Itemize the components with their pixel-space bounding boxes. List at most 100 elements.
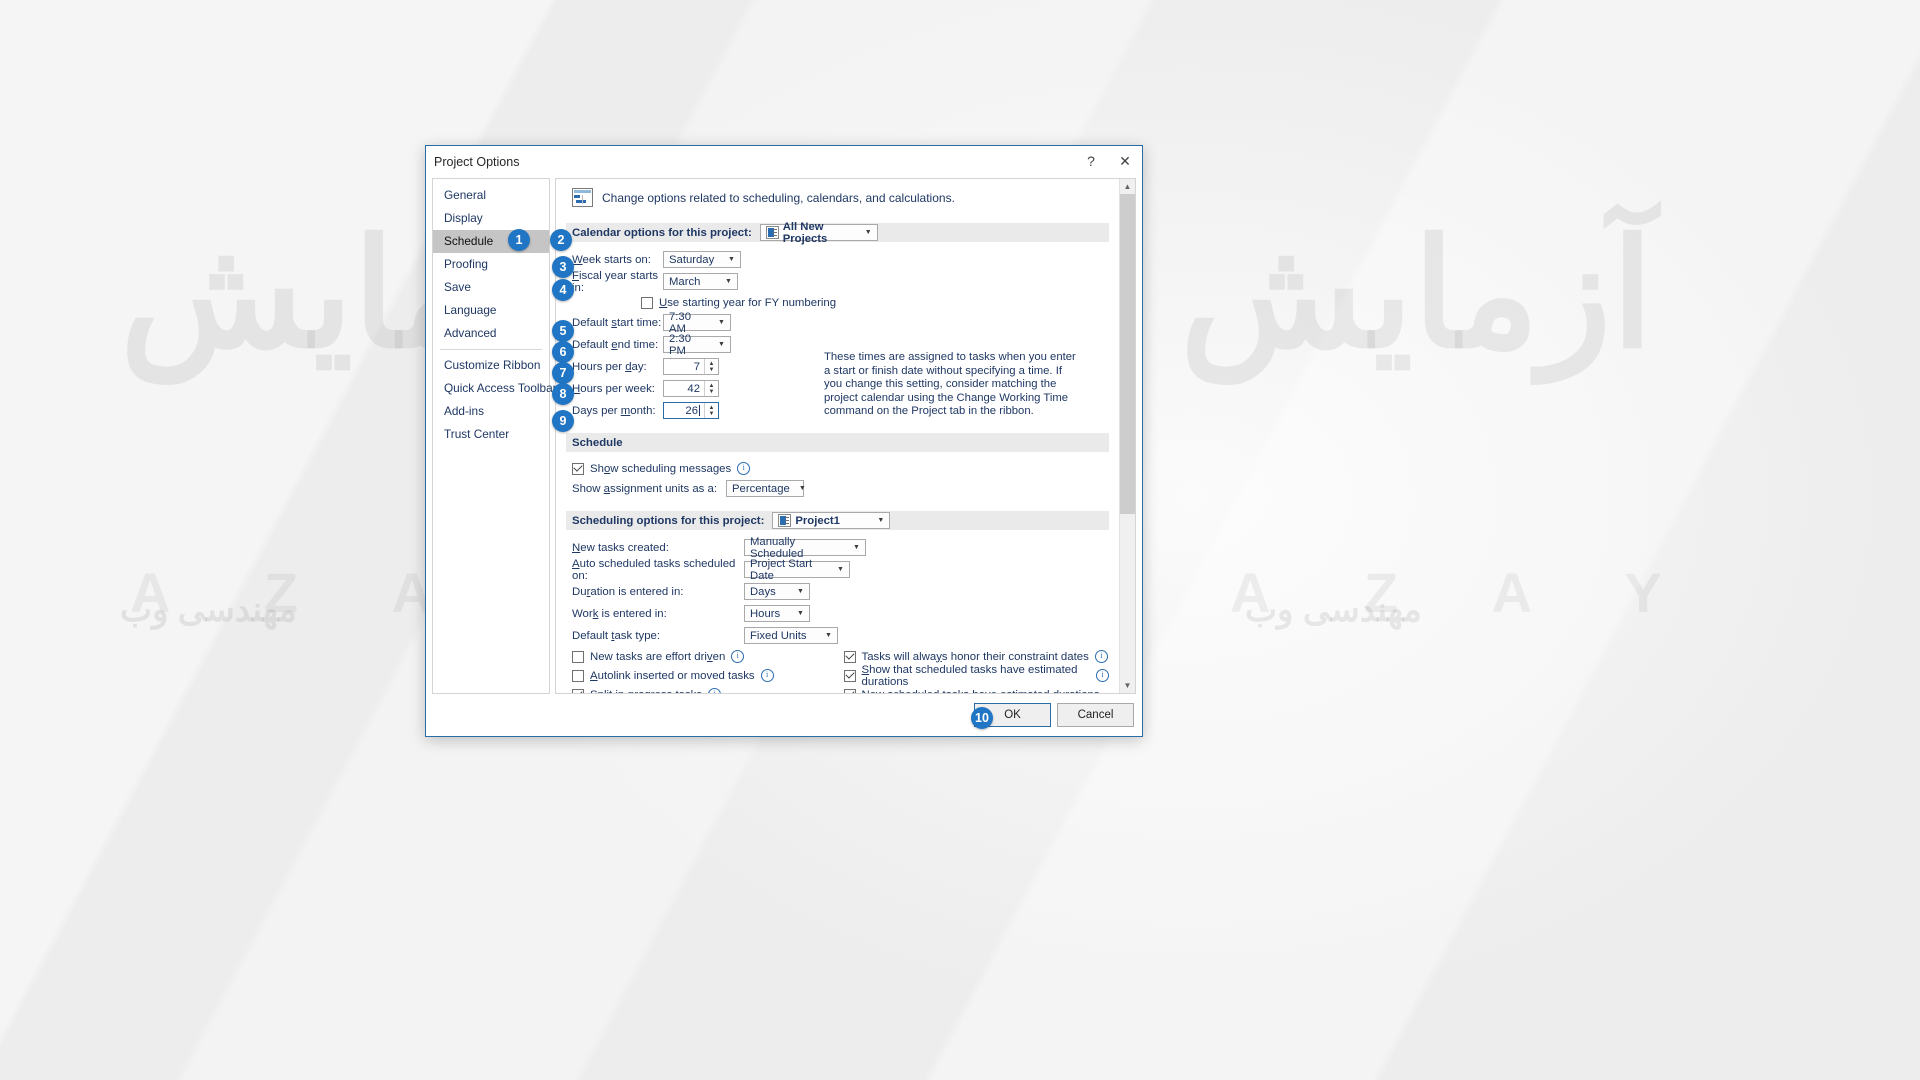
options-sidebar: General Display Schedule Proofing Save L… bbox=[432, 178, 557, 694]
info-icon[interactable]: i bbox=[731, 650, 745, 663]
callout-badge-1: 1 bbox=[508, 229, 530, 251]
stepper-arrows-icon[interactable]: ▲ ▼ bbox=[704, 381, 718, 396]
scheduling-options-band: Scheduling options for this project: Pro… bbox=[566, 511, 1109, 530]
sidebar-divider bbox=[440, 349, 542, 350]
callout-badge-9: 9 bbox=[552, 410, 574, 432]
week-starts-select[interactable]: Saturday ▼ bbox=[663, 251, 741, 268]
autolink-row[interactable]: Autolink inserted or moved tasks i bbox=[566, 666, 838, 685]
scheduling-checkbox-column-left: New tasks are effort driven i Autolink i… bbox=[566, 647, 838, 693]
chevron-down-icon: ▼ bbox=[718, 341, 725, 348]
fiscal-year-select[interactable]: March ▼ bbox=[663, 273, 738, 290]
dialog-title-bar: Project Options ? ✕ bbox=[426, 146, 1142, 178]
effort-driven-row[interactable]: New tasks are effort driven i bbox=[566, 647, 838, 666]
default-end-time-select[interactable]: 2:30 PM ▼ bbox=[663, 333, 731, 357]
default-start-time-select[interactable]: 7:30 AM ▼ bbox=[663, 311, 731, 335]
info-icon[interactable]: i bbox=[1094, 650, 1108, 663]
honor-constraint-dates-checkbox[interactable] bbox=[843, 650, 856, 663]
show-scheduling-messages-checkbox[interactable] bbox=[572, 462, 584, 475]
autolink-label: Autolink inserted or moved tasks bbox=[590, 669, 755, 682]
week-starts-value: Saturday bbox=[669, 253, 715, 266]
sidebar-item-trust-center[interactable]: Trust Center bbox=[433, 423, 549, 446]
info-icon[interactable]: i bbox=[708, 688, 722, 693]
auto-scheduled-value: Project Start Date bbox=[750, 557, 813, 582]
sidebar-item-display[interactable]: Display bbox=[433, 207, 549, 230]
stepper-arrows-icon[interactable]: ▲ ▼ bbox=[704, 359, 718, 374]
week-starts-label: Week starts on: bbox=[572, 253, 651, 266]
sidebar-item-general[interactable]: General bbox=[433, 184, 549, 207]
help-icon[interactable]: ? bbox=[1074, 146, 1108, 176]
autolink-checkbox[interactable] bbox=[572, 669, 584, 682]
callout-badge-4: 4 bbox=[552, 279, 574, 301]
fy-numbering-checkbox[interactable] bbox=[641, 296, 653, 309]
days-per-month-value-wrap: 26 bbox=[664, 404, 704, 417]
scheduling-project-select[interactable]: Project1 ▼ bbox=[772, 512, 891, 529]
hours-per-day-stepper[interactable]: 7 ▲ ▼ bbox=[663, 358, 719, 375]
sidebar-item-proofing[interactable]: Proofing bbox=[433, 253, 549, 276]
project-file-icon bbox=[778, 514, 792, 527]
assignment-units-select[interactable]: Percentage ▼ bbox=[726, 480, 806, 497]
scrollbar-thumb[interactable] bbox=[1120, 194, 1135, 514]
show-scheduling-messages-label: Show scheduling messages bbox=[590, 462, 732, 475]
split-in-progress-row[interactable]: Split in-progress tasks i bbox=[566, 685, 838, 693]
info-icon[interactable]: i bbox=[760, 669, 774, 682]
callout-badge-8: 8 bbox=[552, 383, 574, 405]
show-scheduling-messages-row[interactable]: Show scheduling messages i bbox=[566, 459, 1109, 478]
fiscal-year-value: March bbox=[669, 275, 701, 288]
stepper-arrows-icon[interactable]: ▲ ▼ bbox=[704, 403, 718, 418]
chevron-down-icon: ▼ bbox=[864, 229, 872, 236]
text-cursor bbox=[699, 404, 700, 416]
info-icon[interactable]: i bbox=[737, 462, 751, 475]
project-options-dialog: Project Options ? ✕ General Display Sche… bbox=[425, 145, 1143, 737]
new-tasks-created-label: New tasks created: bbox=[572, 541, 669, 554]
auto-scheduled-select[interactable]: Project Start Date ▼ bbox=[744, 558, 850, 582]
content-scrollbar[interactable]: ▲ ▼ bbox=[1119, 179, 1135, 693]
sidebar-item-add-ins[interactable]: Add-ins bbox=[433, 400, 549, 423]
hours-per-week-label: Hours per week: bbox=[572, 382, 655, 395]
scroll-up-icon[interactable]: ▲ bbox=[1120, 179, 1135, 194]
fy-numbering-row[interactable]: Use starting year for FY numbering bbox=[566, 293, 1109, 312]
default-end-time-label: Default end time: bbox=[572, 338, 659, 351]
cancel-button[interactable]: Cancel bbox=[1057, 703, 1134, 727]
dialog-body: General Display Schedule Proofing Save L… bbox=[426, 178, 1142, 694]
close-icon[interactable]: ✕ bbox=[1108, 146, 1142, 176]
calendar-options-band: Calendar options for this project: All N… bbox=[566, 221, 1109, 245]
honor-constraint-dates-label: Tasks will always honor their constraint… bbox=[861, 650, 1089, 663]
new-tasks-created-select[interactable]: Manually Scheduled ▼ bbox=[744, 536, 866, 560]
sidebar-item-customize-ribbon[interactable]: Customize Ribbon bbox=[433, 354, 549, 377]
options-content-pane: Change options related to scheduling, ca… bbox=[555, 178, 1136, 694]
sidebar-item-save[interactable]: Save bbox=[433, 276, 549, 299]
duration-entered-select[interactable]: Days ▼ bbox=[744, 583, 810, 600]
chevron-down-icon: ▼ bbox=[798, 485, 806, 492]
show-estimated-durations-row[interactable]: Show that scheduled tasks have estimated… bbox=[838, 664, 1109, 688]
scrollbar-track[interactable] bbox=[1120, 194, 1135, 678]
auto-scheduled-label: Auto scheduled tasks scheduled on: bbox=[572, 557, 736, 582]
chevron-down-icon: ▼ bbox=[877, 517, 885, 524]
scroll-down-icon[interactable]: ▼ bbox=[1120, 678, 1135, 693]
chevron-down-icon: ▼ bbox=[797, 588, 804, 595]
sidebar-item-language[interactable]: Language bbox=[433, 299, 549, 322]
new-tasks-estimated-durations-label: New scheduled tasks have estimated durat… bbox=[862, 689, 1100, 694]
scheduling-checkbox-column-right: Tasks will always honor their constraint… bbox=[838, 647, 1109, 694]
close-glyph: ✕ bbox=[1119, 152, 1131, 169]
pane-description-row: Change options related to scheduling, ca… bbox=[566, 188, 1109, 207]
info-icon[interactable]: i bbox=[1096, 669, 1109, 682]
days-per-month-stepper[interactable]: 26 ▲ ▼ bbox=[663, 402, 719, 419]
default-task-type-select[interactable]: Fixed Units ▼ bbox=[744, 627, 838, 644]
duration-entered-value: Days bbox=[750, 585, 776, 598]
chevron-down-icon: ▼ bbox=[728, 256, 735, 263]
calendar-project-select[interactable]: All New Projects ▼ bbox=[759, 221, 878, 245]
effort-driven-checkbox[interactable] bbox=[572, 650, 584, 663]
default-task-type-row: Default task type: Fixed Units ▼ bbox=[566, 625, 1109, 646]
new-tasks-estimated-durations-checkbox[interactable] bbox=[843, 688, 856, 693]
sidebar-item-advanced[interactable]: Advanced bbox=[433, 322, 549, 345]
sidebar-item-schedule[interactable]: Schedule bbox=[433, 230, 549, 253]
sidebar-item-quick-access-toolbar[interactable]: Quick Access Toolbar bbox=[433, 377, 557, 400]
work-entered-select[interactable]: Hours ▼ bbox=[744, 605, 810, 622]
chevron-down-icon: ▼ bbox=[825, 632, 832, 639]
hours-per-week-stepper[interactable]: 42 ▲ ▼ bbox=[663, 380, 719, 397]
duration-entered-row: Duration is entered in: Days ▼ bbox=[566, 581, 1109, 602]
show-estimated-durations-checkbox[interactable] bbox=[843, 669, 856, 682]
split-in-progress-checkbox[interactable] bbox=[572, 688, 584, 693]
default-task-type-value: Fixed Units bbox=[750, 629, 807, 642]
split-in-progress-label: Split in-progress tasks bbox=[590, 689, 702, 694]
